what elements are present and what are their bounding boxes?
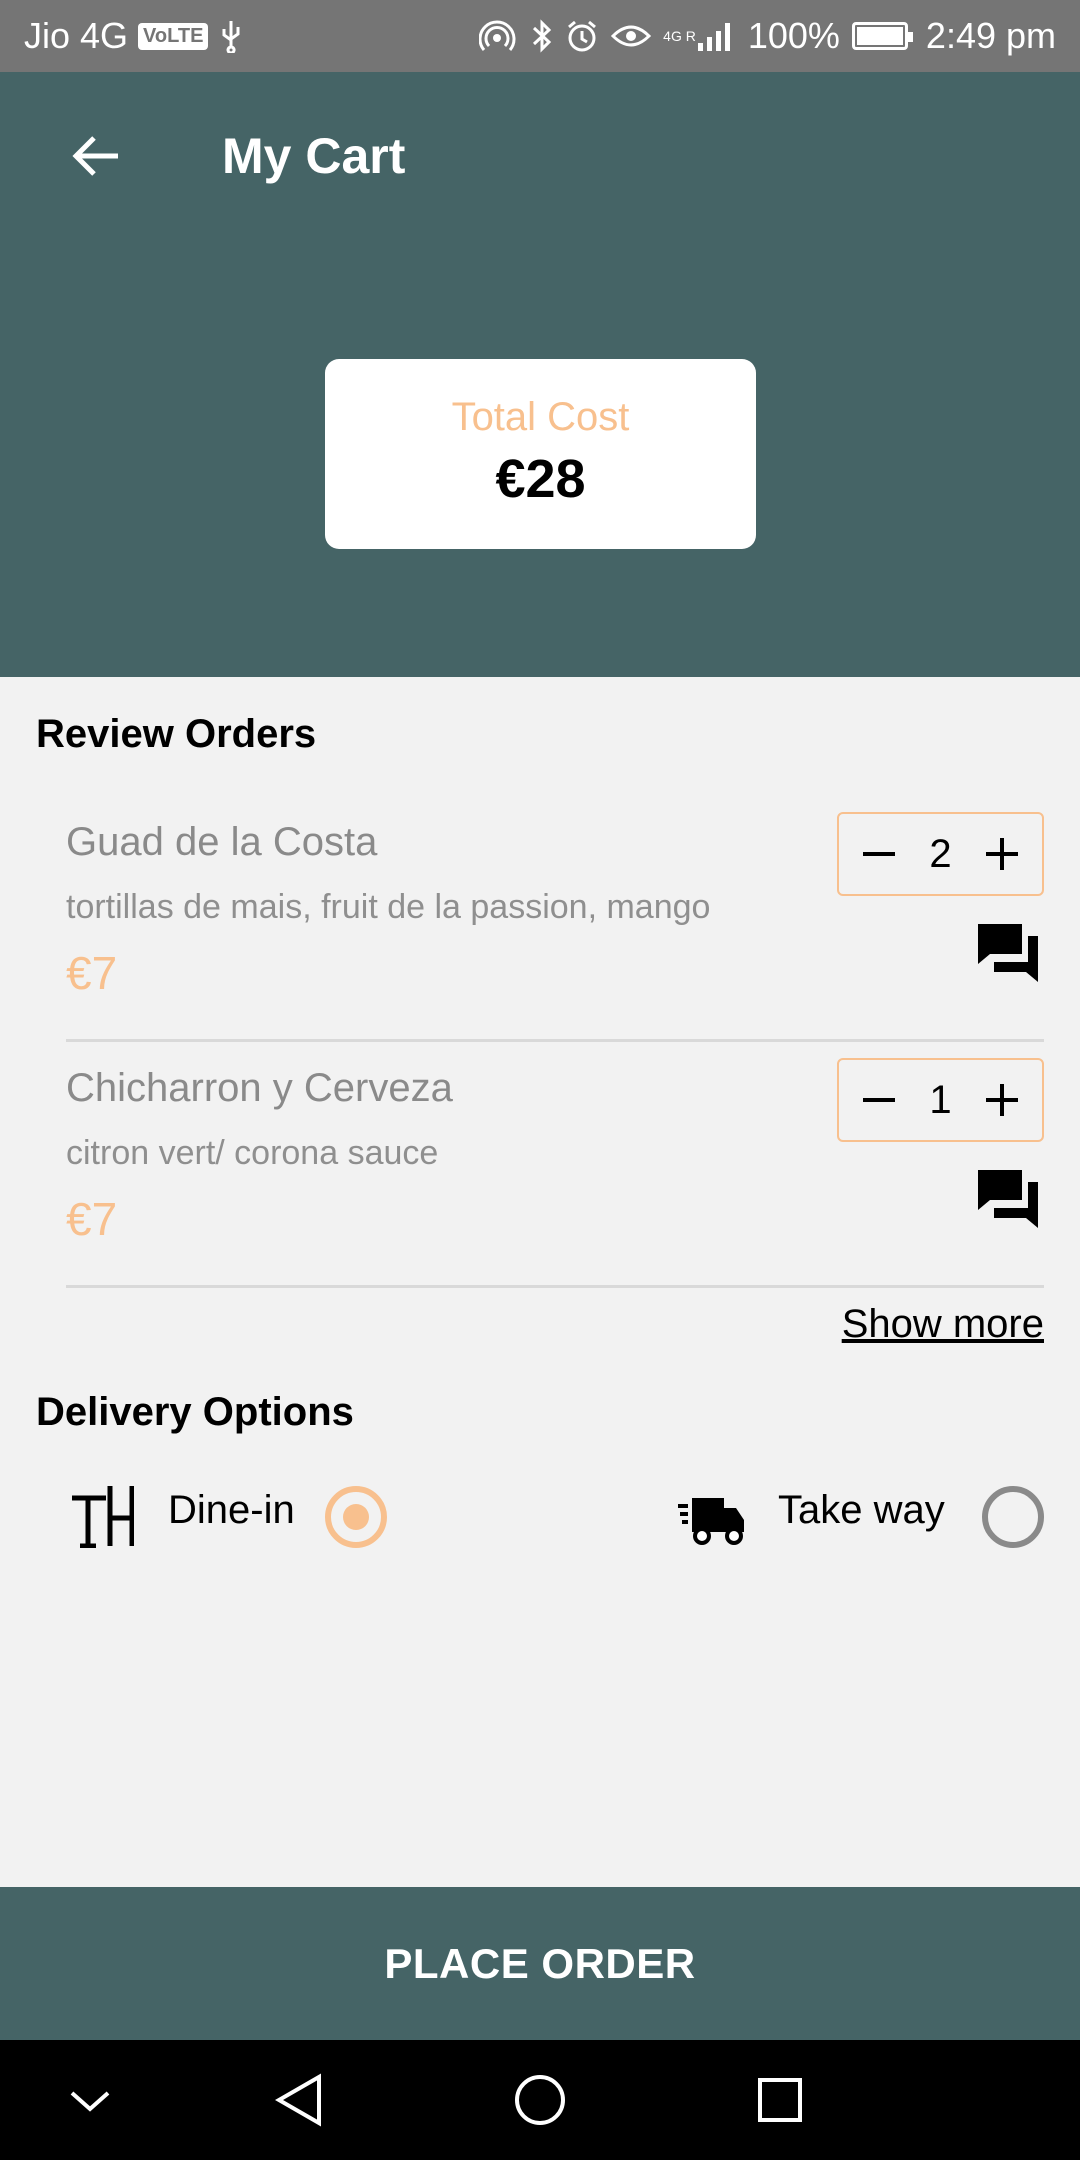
clock: 2:49 pm [925, 15, 1056, 56]
alarm-icon [565, 19, 599, 53]
order-item: Guad de la Costa tortillas de mais, frui… [66, 796, 1044, 1042]
item-name: Chicharron y Cerveza [66, 1066, 453, 1110]
item-description: citron vert/ corona sauce [66, 1134, 439, 1172]
increase-quantity-button[interactable] [980, 832, 1024, 876]
nav-home-icon [515, 2075, 565, 2125]
quantity-stepper: 1 [837, 1058, 1044, 1142]
quantity-stepper: 2 [837, 812, 1044, 896]
delivery-options: Dine-in Take way [0, 1478, 1080, 1556]
review-orders-title: Review Orders [36, 712, 317, 756]
show-more-link[interactable]: Show more [842, 1302, 1044, 1347]
order-item: Chicharron y Cerveza citron vert/ corona… [66, 1042, 1044, 1288]
add-note-button[interactable] [976, 1168, 1040, 1232]
quantity-value: 2 [929, 831, 952, 876]
plus-icon [986, 1084, 1018, 1116]
nav-back-button[interactable] [270, 2070, 330, 2130]
system-navigation-bar [0, 2040, 1080, 2160]
increase-quantity-button[interactable] [980, 1078, 1024, 1122]
hotspot-icon [479, 18, 519, 54]
battery-percent: 100% [747, 15, 840, 56]
eye-icon [611, 21, 652, 51]
table-icon [70, 1484, 135, 1553]
usb-icon [218, 19, 244, 53]
chat-icon [978, 1170, 1038, 1228]
nav-back-icon [275, 2073, 321, 2127]
nav-chevron-down-icon [70, 2091, 110, 2112]
item-price: €7 [66, 1193, 118, 1245]
chat-icon [978, 924, 1038, 982]
minus-icon [863, 1098, 895, 1102]
place-order-button[interactable]: PLACE ORDER [0, 1887, 1080, 2040]
decrease-quantity-button[interactable] [857, 832, 901, 876]
nav-chevron-down-button[interactable] [60, 2070, 120, 2130]
decrease-quantity-button[interactable] [857, 1078, 901, 1122]
nav-home-button[interactable] [510, 2070, 570, 2130]
dine-in-radio[interactable] [325, 1486, 387, 1548]
total-cost-label: Total Cost [451, 395, 630, 439]
item-name: Guad de la Costa [66, 820, 378, 864]
page-title: My Cart [222, 128, 406, 184]
item-description: tortillas de mais, fruit de la passion, … [66, 888, 711, 926]
back-arrow-icon [72, 136, 118, 176]
bluetooth-icon [531, 18, 553, 54]
nav-recents-button[interactable] [750, 2070, 810, 2130]
truck-icon [678, 1484, 748, 1553]
carrier-label: Jio 4G [24, 15, 129, 56]
back-button[interactable] [64, 124, 128, 188]
network-type-label: 4G R [663, 28, 696, 44]
nav-recents-icon [758, 2078, 802, 2122]
minus-icon [863, 852, 895, 856]
total-cost-value: €28 [495, 449, 586, 509]
plus-icon [986, 838, 1018, 870]
volte-badge: VoLTE [138, 22, 209, 50]
take-away-radio[interactable] [982, 1486, 1044, 1548]
battery-icon [851, 22, 913, 50]
quantity-value: 1 [929, 1077, 952, 1122]
take-away-label: Take way [778, 1488, 945, 1532]
cart-header: My Cart Total Cost €28 [0, 72, 1080, 677]
total-cost-card: Total Cost €28 [325, 359, 756, 549]
dine-in-label: Dine-in [168, 1488, 295, 1532]
add-note-button[interactable] [976, 922, 1040, 986]
signal-icon: 4G R [663, 19, 736, 53]
item-price: €7 [66, 947, 118, 999]
status-bar: Jio 4G VoLTE 4G R 100% 2:49 pm [0, 0, 1080, 72]
battery-fill [856, 27, 903, 45]
delivery-options-title: Delivery Options [36, 1390, 354, 1434]
